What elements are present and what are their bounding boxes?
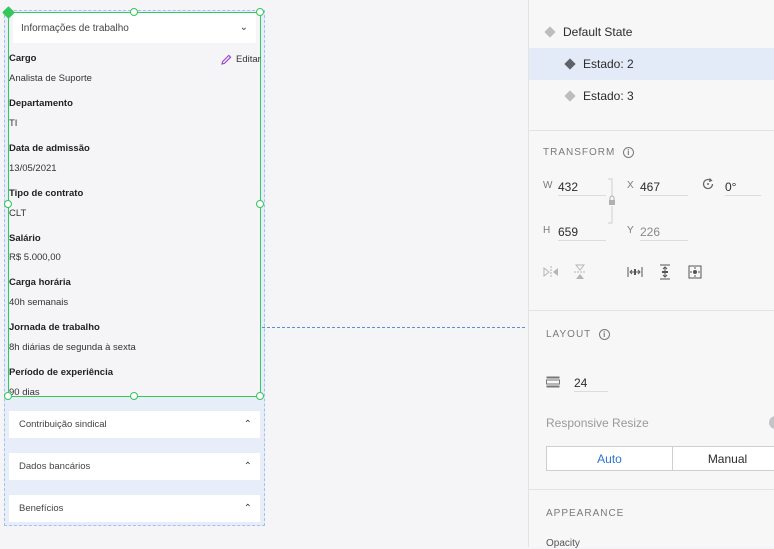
y-label: Y bbox=[627, 225, 634, 236]
field-value-departamento: TI bbox=[9, 118, 18, 129]
padding-field[interactable]: 24 bbox=[574, 374, 608, 392]
property-inspector-panel: Default State Estado: 2 Estado: 3 TRANSF… bbox=[528, 0, 774, 549]
selection-handle-top[interactable] bbox=[130, 8, 138, 16]
field-label-departamento: Departamento bbox=[9, 98, 73, 109]
rotation-icon bbox=[702, 178, 714, 190]
height-label: H bbox=[543, 225, 551, 236]
field-value-carga-horaria: 40h semanais bbox=[9, 297, 69, 308]
lock-proportions-icon[interactable] bbox=[607, 178, 617, 224]
field-value-periodo-experiencia: 90 dias bbox=[9, 387, 40, 398]
section-title-text: LAYOUT bbox=[546, 329, 592, 340]
card-title: Informações de trabalho bbox=[21, 22, 129, 34]
state-diamond-icon bbox=[544, 26, 556, 38]
x-label: X bbox=[627, 180, 634, 191]
layout-section-title: LAYOUT i bbox=[546, 329, 611, 340]
field-label-cargo: Cargo bbox=[9, 53, 37, 64]
alignment-guide-line bbox=[262, 327, 525, 328]
transform-section-title: TRANSFORM i bbox=[543, 147, 635, 158]
selection-handle-left[interactable] bbox=[4, 200, 12, 208]
chevron-up-icon[interactable]: ⌃ bbox=[244, 419, 252, 430]
field-label-carga-horaria: Carga horária bbox=[9, 277, 71, 288]
info-icon[interactable]: i bbox=[623, 147, 635, 158]
field-value-cargo: Analista de Suporte bbox=[9, 73, 92, 84]
collapsed-card-beneficios[interactable]: Benefícios ⌃ bbox=[9, 495, 260, 522]
width-field[interactable]: 432 bbox=[558, 178, 606, 196]
state-diamond-icon bbox=[564, 90, 576, 102]
section-divider bbox=[529, 130, 774, 131]
appearance-section-title: APPEARANCE bbox=[546, 508, 624, 519]
collapsed-card-contribuicao-sindical[interactable]: Contribuição sindical ⌃ bbox=[9, 411, 260, 438]
field-label-salario: Salário bbox=[9, 233, 41, 244]
selection-handle-bottom-left[interactable] bbox=[4, 392, 12, 400]
field-value-jornada: 8h diárias de segunda à sexta bbox=[9, 342, 136, 353]
selection-handle-top-right[interactable] bbox=[256, 8, 264, 16]
pencil-icon bbox=[221, 54, 232, 65]
field-value-tipo-contrato: CLT bbox=[9, 208, 27, 219]
chevron-down-icon[interactable]: ⌄ bbox=[240, 23, 248, 33]
card-title: Contribuição sindical bbox=[19, 419, 107, 430]
selection-handle-bottom[interactable] bbox=[130, 392, 138, 400]
padding-icon bbox=[545, 374, 561, 390]
state-estado-2[interactable]: Estado: 2 bbox=[529, 48, 774, 80]
responsive-resize-label: Responsive Resize bbox=[546, 416, 649, 430]
field-label-tipo-contrato: Tipo de contrato bbox=[9, 188, 84, 199]
manual-button[interactable]: Manual bbox=[673, 446, 774, 471]
width-label: W bbox=[543, 180, 553, 191]
state-label: Estado: 2 bbox=[583, 57, 634, 71]
distribute-horizontal-icon[interactable] bbox=[627, 264, 643, 280]
distribute-vertical-icon[interactable] bbox=[657, 264, 673, 280]
info-icon[interactable]: i bbox=[599, 329, 611, 340]
chevron-up-icon[interactable]: ⌃ bbox=[244, 503, 252, 514]
edit-label: Editar bbox=[236, 54, 261, 65]
field-label-data-admissao: Data de admissão bbox=[9, 143, 90, 154]
selection-handle-bottom-right[interactable] bbox=[256, 392, 264, 400]
edit-button[interactable]: Editar bbox=[221, 54, 261, 65]
state-estado-3[interactable]: Estado: 3 bbox=[529, 80, 774, 112]
field-value-data-admissao: 13/05/2021 bbox=[9, 163, 57, 174]
chevron-up-icon[interactable]: ⌃ bbox=[244, 461, 252, 472]
fit-content-icon[interactable] bbox=[687, 264, 703, 280]
design-canvas[interactable]: Informações de trabalho ⌄ Editar Cargo A… bbox=[0, 0, 528, 547]
section-title-text: TRANSFORM bbox=[543, 147, 616, 158]
rotation-field[interactable]: 0° bbox=[725, 178, 761, 196]
selection-handle-right[interactable] bbox=[256, 200, 264, 208]
field-value-salario: R$ 5.000,00 bbox=[9, 252, 61, 263]
state-label: Default State bbox=[563, 25, 633, 39]
y-field[interactable]: 226 bbox=[640, 223, 688, 241]
auto-button[interactable]: Auto bbox=[546, 446, 673, 471]
collapsed-card-dados-bancarios[interactable]: Dados bancários ⌃ bbox=[9, 453, 260, 480]
flip-horizontal-icon[interactable] bbox=[543, 264, 559, 280]
card-title: Dados bancários bbox=[19, 461, 91, 472]
opacity-label: Opacity bbox=[546, 538, 580, 549]
card-header[interactable]: Informações de trabalho ⌄ bbox=[13, 13, 256, 43]
card-title: Benefícios bbox=[19, 503, 64, 514]
expanded-card-informacoes-de-trabalho[interactable]: Informações de trabalho ⌄ Editar Cargo A… bbox=[8, 12, 261, 398]
field-label-jornada: Jornada de trabalho bbox=[9, 322, 100, 333]
section-title-text: APPEARANCE bbox=[546, 508, 625, 519]
section-divider bbox=[529, 489, 774, 490]
state-diamond-icon bbox=[564, 58, 576, 70]
state-default[interactable]: Default State bbox=[529, 16, 774, 48]
height-field[interactable]: 659 bbox=[558, 223, 606, 241]
field-label-periodo-experiencia: Período de experiência bbox=[9, 367, 114, 378]
flip-vertical-icon[interactable] bbox=[572, 264, 588, 280]
responsive-resize-toggle[interactable] bbox=[769, 416, 774, 429]
section-divider bbox=[529, 310, 774, 311]
state-label: Estado: 3 bbox=[583, 89, 634, 103]
x-field[interactable]: 467 bbox=[640, 178, 688, 196]
